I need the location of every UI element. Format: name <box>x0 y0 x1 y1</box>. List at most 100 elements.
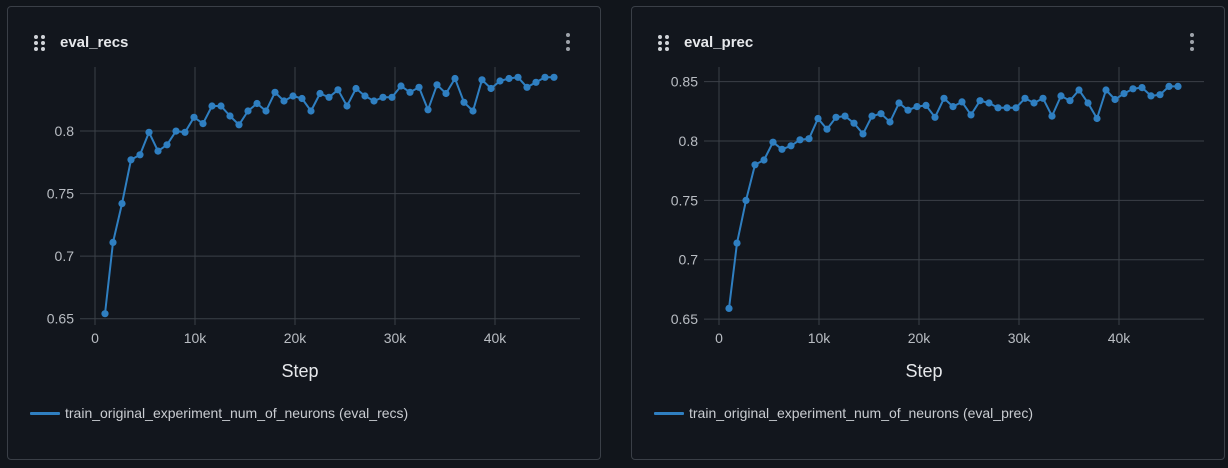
data-point <box>505 74 513 83</box>
data-point <box>778 145 786 153</box>
data-point <box>1012 104 1020 112</box>
y-tick-label: 0.8 <box>55 123 75 139</box>
data-point <box>1165 82 1173 90</box>
data-point <box>379 93 387 101</box>
data-point <box>487 84 495 93</box>
data-point <box>190 113 198 121</box>
data-point <box>163 141 171 149</box>
data-point <box>460 98 468 106</box>
data-point <box>940 94 948 102</box>
data-point <box>523 83 531 91</box>
y-tick-label: 0.7 <box>679 252 699 268</box>
data-point <box>931 113 939 121</box>
data-point <box>514 73 522 81</box>
data-point <box>976 97 984 105</box>
data-point <box>172 127 180 135</box>
data-point <box>334 86 342 94</box>
data-point <box>352 84 360 93</box>
x-tick-label: 30k <box>1008 330 1032 346</box>
data-point <box>1138 84 1146 92</box>
data-point <box>298 94 306 103</box>
data-point <box>496 77 504 85</box>
data-point <box>415 83 423 91</box>
series-line <box>728 85 1178 309</box>
data-point <box>949 103 957 111</box>
data-point <box>253 99 261 108</box>
data-point <box>922 101 930 109</box>
data-point <box>1048 112 1056 120</box>
x-axis-label: Step <box>281 361 318 381</box>
data-point <box>742 196 750 204</box>
data-point <box>967 111 975 119</box>
legend-item[interactable]: train_original_experiment_num_of_neurons… <box>654 403 1033 423</box>
data-point <box>136 151 144 159</box>
data-point <box>451 74 459 83</box>
data-point <box>814 114 822 123</box>
data-point <box>118 200 126 208</box>
x-tick-label: 10k <box>184 330 208 346</box>
data-point <box>433 81 441 89</box>
data-point <box>469 107 477 115</box>
data-point <box>985 99 993 107</box>
x-tick-label: 20k <box>284 330 308 346</box>
data-point <box>280 97 288 105</box>
legend-swatch <box>654 411 684 415</box>
data-point <box>1129 85 1137 93</box>
data-point <box>904 106 912 114</box>
x-tick-label: 30k <box>384 330 408 346</box>
data-point <box>805 135 813 143</box>
data-point <box>913 103 921 111</box>
data-point <box>244 107 252 115</box>
data-point <box>442 89 450 98</box>
data-point <box>532 78 540 86</box>
data-point <box>1084 99 1092 107</box>
data-point <box>1102 86 1110 94</box>
y-tick-label: 0.75 <box>47 186 74 202</box>
data-point <box>109 238 117 246</box>
data-point <box>1030 99 1038 107</box>
data-point <box>796 136 804 144</box>
chart-panel-eval-recs: eval_recs 0.65 0.7 0.75 0.8 0 10k 20k 30k 40k Ste… <box>7 6 601 460</box>
data-point <box>886 118 894 126</box>
x-tick-label: 10k <box>808 330 832 346</box>
y-tick-label: 0.75 <box>671 192 698 208</box>
data-point <box>181 128 189 136</box>
series-line <box>104 76 554 314</box>
data-point <box>868 112 876 120</box>
data-point <box>388 93 396 101</box>
data-point <box>877 110 885 118</box>
data-point <box>145 128 153 136</box>
data-point <box>101 310 109 318</box>
data-point <box>199 120 207 128</box>
data-point <box>1147 92 1155 100</box>
line-chart[interactable]: 0.65 0.7 0.75 0.8 0.85 0 10k 20k 30k 40k Step <box>632 7 1226 397</box>
x-tick-label: 40k <box>484 330 508 346</box>
data-point <box>325 93 333 101</box>
data-point <box>1093 114 1101 123</box>
data-point <box>343 102 351 110</box>
y-tick-label: 0.65 <box>47 311 74 327</box>
data-point <box>850 119 858 127</box>
data-point <box>370 97 378 105</box>
data-point <box>1120 90 1128 98</box>
data-point <box>550 73 558 81</box>
data-point <box>823 125 831 133</box>
line-chart[interactable]: 0.65 0.7 0.75 0.8 0 10k 20k 30k 40k Step <box>8 7 602 397</box>
data-point <box>235 121 243 129</box>
data-point <box>226 112 234 120</box>
legend-item[interactable]: train_original_experiment_num_of_neurons… <box>30 403 408 423</box>
data-point <box>1039 94 1047 102</box>
data-point <box>127 156 135 164</box>
data-point <box>832 113 840 121</box>
y-tick-label: 0.7 <box>55 248 75 264</box>
y-tick-label: 0.8 <box>679 133 699 149</box>
data-point <box>154 147 162 155</box>
data-point <box>1066 97 1074 105</box>
data-point <box>397 82 405 90</box>
x-tick-label: 20k <box>908 330 932 346</box>
y-tick-label: 0.85 <box>671 74 698 90</box>
data-point <box>1174 82 1182 90</box>
data-point <box>994 104 1002 112</box>
data-point <box>406 88 414 96</box>
data-point <box>262 107 270 115</box>
